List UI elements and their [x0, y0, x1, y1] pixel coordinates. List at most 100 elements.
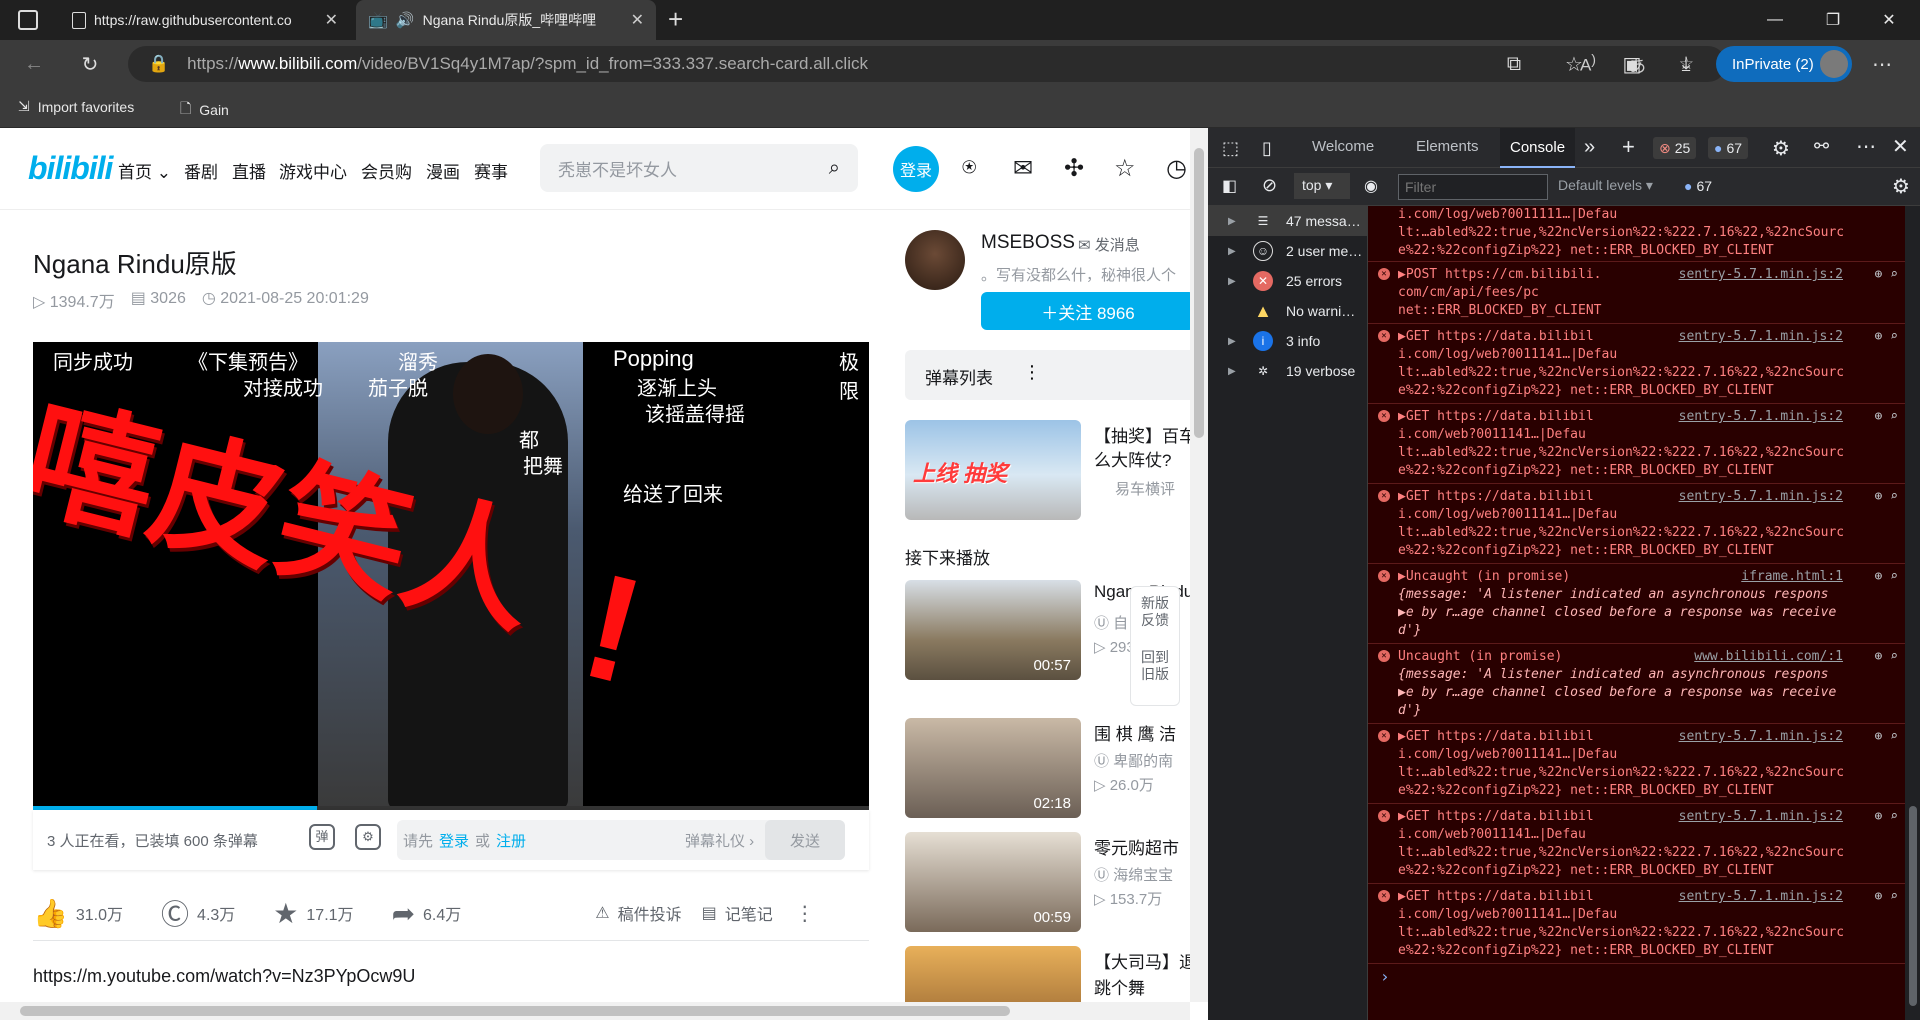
settings-icon[interactable]: ⚙ — [1772, 136, 1790, 161]
back-icon[interactable]: ← — [20, 50, 48, 78]
clear-console-icon[interactable]: ⊘ — [1262, 175, 1277, 196]
tab-bilibili[interactable]: 📺 🔊 Ngana Rindu原版_哔哩哔哩 ✕ — [356, 0, 656, 40]
tab-github[interactable]: https://raw.githubusercontent.co ✕ — [60, 0, 350, 40]
uploader-avatar[interactable] — [905, 230, 965, 290]
console-message[interactable]: ✕ Uncaught (in promise) {message: 'A list… — [1368, 644, 1913, 724]
levels-select[interactable]: Default levels ▾ — [1558, 177, 1653, 194]
favorite-gain[interactable]: 🗋 Gain — [180, 98, 229, 122]
error-badge[interactable]: ⊗ 25 — [1653, 137, 1697, 159]
close-icon[interactable]: ✕ — [325, 10, 338, 30]
more-tabs-icon[interactable]: » — [1584, 136, 1595, 159]
nav-manga[interactable]: 漫画 — [426, 158, 460, 183]
issues-badge[interactable]: ● 67 — [1678, 175, 1719, 197]
ad-card[interactable]: 上线 抽奖 【抽奖】百车 么大阵仗? 易车横评 — [905, 420, 1205, 520]
sidebar-errors[interactable]: ▶ ✕ 25 errors — [1208, 266, 1368, 296]
inprivate-button[interactable]: InPrivate (2) — [1716, 46, 1852, 82]
danmaku-login-link[interactable]: 登录 — [439, 830, 469, 851]
feedback-button[interactable]: 新版反馈 回到旧版 — [1130, 586, 1180, 706]
source-link[interactable]: sentry-5.7.1.min.js:2 — [1679, 808, 1843, 826]
console-message[interactable]: ✕ ▶GET https://data.bilibil i.com/log/web?… — [1368, 724, 1913, 804]
danmaku-input[interactable]: 请先 登录 或 注册 弹幕礼仪 › 发送 — [397, 820, 845, 860]
nav-match[interactable]: 赛事 — [474, 158, 508, 183]
console-message[interactable]: i.com/log/web?0011111…|Defau lt:…abled%22… — [1368, 206, 1913, 262]
bilibili-logo[interactable]: bilibili — [28, 150, 113, 187]
vertical-scrollbar[interactable] — [1190, 128, 1208, 1002]
inspect-icon[interactable]: ⬚ — [1222, 138, 1239, 159]
search-input[interactable]: 秃崽不是坏女人 ⌕ — [540, 144, 858, 192]
like-button[interactable]: 👍 31.0万 — [33, 897, 123, 930]
console-prompt[interactable]: › — [1380, 968, 1390, 986]
favorite-button[interactable]: ★ 17.1万 — [273, 897, 353, 930]
danmaku-register-link[interactable]: 注册 — [496, 830, 526, 851]
danmaku-send-button[interactable]: 发送 — [765, 820, 845, 860]
console-output[interactable]: i.com/log/web?0011111…|Defau lt:…abled%22… — [1368, 206, 1913, 1020]
lock-icon[interactable]: 🔒 — [148, 54, 169, 74]
search-icon[interactable]: ⊕ ⌕ — [1875, 728, 1898, 746]
back-old-label[interactable]: 回到旧版 — [1131, 629, 1179, 683]
more-icon[interactable]: ⋯ — [1868, 50, 1896, 78]
danmaku-list-panel[interactable]: 弹幕列表 ⋮ — [905, 350, 1205, 400]
tab-elements[interactable]: Elements — [1416, 138, 1479, 155]
source-link[interactable]: sentry-5.7.1.min.js:2 — [1679, 408, 1843, 426]
more-icon[interactable]: ⋯ — [1856, 134, 1876, 159]
danmaku-settings-icon[interactable]: ⚙ — [355, 824, 381, 850]
source-link[interactable]: sentry-5.7.1.min.js:2 — [1679, 728, 1843, 746]
follow-button[interactable]: ＋关注 8966 — [981, 292, 1195, 330]
console-settings-icon[interactable]: ⚙ — [1892, 174, 1910, 199]
extensions-icon[interactable]: ⧉ — [1500, 50, 1528, 78]
nav-anime[interactable]: 番剧 — [184, 158, 218, 183]
horizontal-scrollbar[interactable] — [0, 1002, 1190, 1020]
address-bar[interactable]: 🔒 https://www.bilibili.com/video/BV1Sq4y… — [128, 46, 1726, 82]
sidebar-info[interactable]: ▶ i 3 info — [1208, 326, 1368, 356]
danmaku-toggle-icon[interactable]: 弹 — [309, 824, 335, 850]
console-message[interactable]: ✕ ▶GET https://data.bilibil i.com/log/web?… — [1368, 484, 1913, 564]
login-button[interactable]: 登录 — [893, 146, 939, 192]
console-message[interactable]: ✕ ▶POST https://cm.bilibili. com/cm/api/fe… — [1368, 262, 1913, 324]
send-message[interactable]: ✉ 发消息 — [1048, 234, 1140, 255]
message-icon[interactable]: ✉ — [1013, 154, 1033, 183]
refresh-icon[interactable]: ↻ — [76, 50, 104, 78]
dynamic-icon[interactable]: ✣ — [1064, 154, 1084, 183]
favorites-icon[interactable]: ☆ — [1560, 50, 1588, 78]
new-tab-button[interactable]: + — [668, 4, 683, 35]
source-link[interactable]: sentry-5.7.1.min.js:2 — [1679, 488, 1843, 506]
search-icon[interactable]: ⊕ ⌕ — [1875, 488, 1898, 506]
notes-button[interactable]: ▤ 记笔记 — [702, 901, 773, 925]
close-window-button[interactable]: ✕ — [1866, 0, 1912, 40]
source-link[interactable]: www.bilibili.com/:1 — [1694, 648, 1843, 666]
scrollbar-thumb[interactable] — [1909, 806, 1917, 1006]
context-select[interactable]: top ▾ — [1294, 173, 1350, 199]
eye-icon[interactable]: ◉ — [1364, 176, 1378, 196]
maximize-button[interactable]: ❐ — [1810, 0, 1856, 40]
console-message[interactable]: ✕ ▶GET https://data.bilibil i.com/web?0011… — [1368, 404, 1913, 484]
nav-home[interactable]: 首页 ⌄ — [118, 158, 171, 183]
vip-icon[interactable]: ⍟ — [962, 154, 976, 182]
sidebar-messages[interactable]: ▶ ☰ 47 messa… — [1208, 206, 1368, 236]
sidebar-toggle-icon[interactable]: ◧ — [1222, 176, 1237, 196]
search-icon[interactable]: ⊕ ⌕ — [1875, 648, 1898, 666]
history-icon[interactable]: ◷ — [1166, 154, 1187, 183]
nav-shop[interactable]: 会员购 — [361, 158, 412, 183]
collections-icon[interactable]: ▣ — [1618, 50, 1646, 78]
sidebar-verbose[interactable]: ▶ ✲ 19 verbose — [1208, 356, 1368, 386]
remote-icon[interactable]: ⚯ — [1814, 136, 1829, 157]
rec-card[interactable]: 00:59 零元购超市 Ⓤ 海绵宝宝 ▷ 153.7万 — [905, 832, 1205, 932]
device-icon[interactable]: ▯ — [1262, 138, 1272, 159]
console-scrollbar[interactable] — [1905, 206, 1920, 1020]
console-message[interactable]: ✕ ▶Uncaught (in promise) {message: 'A lis… — [1368, 564, 1913, 644]
speaker-icon[interactable]: 🔊 — [396, 11, 415, 29]
share-button[interactable]: ➦ 6.4万 — [392, 897, 462, 930]
danmaku-etiquette-link[interactable]: 弹幕礼仪 › — [685, 830, 754, 851]
search-icon[interactable]: ⊕ ⌕ — [1875, 808, 1898, 826]
close-icon[interactable]: ✕ — [1892, 134, 1909, 159]
favorite-import[interactable]: ⇲ Import favorites — [18, 98, 134, 115]
scrollbar-thumb[interactable] — [1194, 148, 1204, 438]
console-message[interactable]: ✕ ▶GET https://data.bilibil i.com/web?0011… — [1368, 804, 1913, 884]
sidebar-warnings[interactable]: ▲ No warni… — [1208, 296, 1368, 326]
search-icon[interactable]: ⌕ — [829, 157, 840, 180]
search-icon[interactable]: ⊕ ⌕ — [1875, 408, 1898, 426]
source-link[interactable]: sentry-5.7.1.min.js:2 — [1679, 328, 1843, 346]
close-icon[interactable]: ✕ — [631, 10, 644, 30]
search-icon[interactable]: ⊕ ⌕ — [1875, 266, 1898, 284]
sidebar-user-messages[interactable]: ▶ ☺ 2 user me… — [1208, 236, 1368, 266]
